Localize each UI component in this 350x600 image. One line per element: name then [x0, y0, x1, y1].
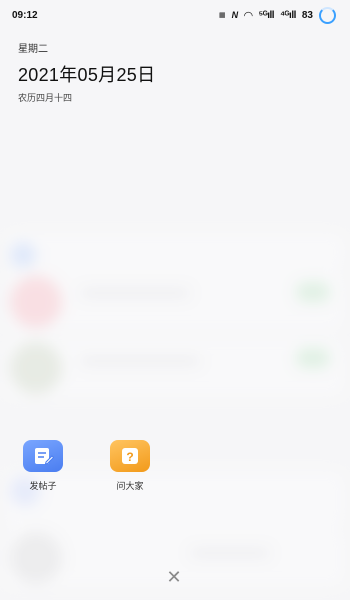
svg-text:?: ? — [126, 450, 133, 464]
date-label: 2021年05月25日 — [18, 65, 156, 85]
signal-1-icon: ⁵ᴳıll — [258, 9, 275, 21]
status-time: 09:12 — [12, 9, 38, 21]
question-box-icon: ? — [110, 440, 150, 472]
ask-label: 问大家 — [116, 481, 144, 491]
signal-2-icon: ⁴ᴳıll — [280, 9, 296, 21]
edit-note-icon — [23, 440, 63, 472]
battery-ring-icon — [319, 6, 336, 24]
ask-button[interactable]: ? 问大家 — [100, 440, 160, 492]
nfc-icon: N — [231, 10, 239, 20]
wifi-icon: ◠ — [244, 9, 253, 22]
close-button[interactable]: ✕ — [165, 568, 183, 586]
post-button[interactable]: 发帖子 — [13, 440, 73, 492]
weekday-label: 星期二 — [18, 44, 48, 55]
close-icon: ✕ — [166, 567, 182, 587]
hd-icon: ▦ — [218, 11, 226, 19]
status-icons: ▦ N ◠ ⁵ᴳıll ⁴ᴳıll 83 — [218, 6, 336, 24]
battery-level: 83 — [301, 9, 313, 21]
lunar-date-label: 农历四月十四 — [18, 93, 73, 103]
status-bar: 09:12 ▦ N ◠ ⁵ᴳıll ⁴ᴳıll 83 — [0, 0, 350, 30]
date-widget: 星期二 2021年05月25日 农历四月十四 — [18, 40, 155, 104]
post-label: 发帖子 — [29, 481, 57, 491]
